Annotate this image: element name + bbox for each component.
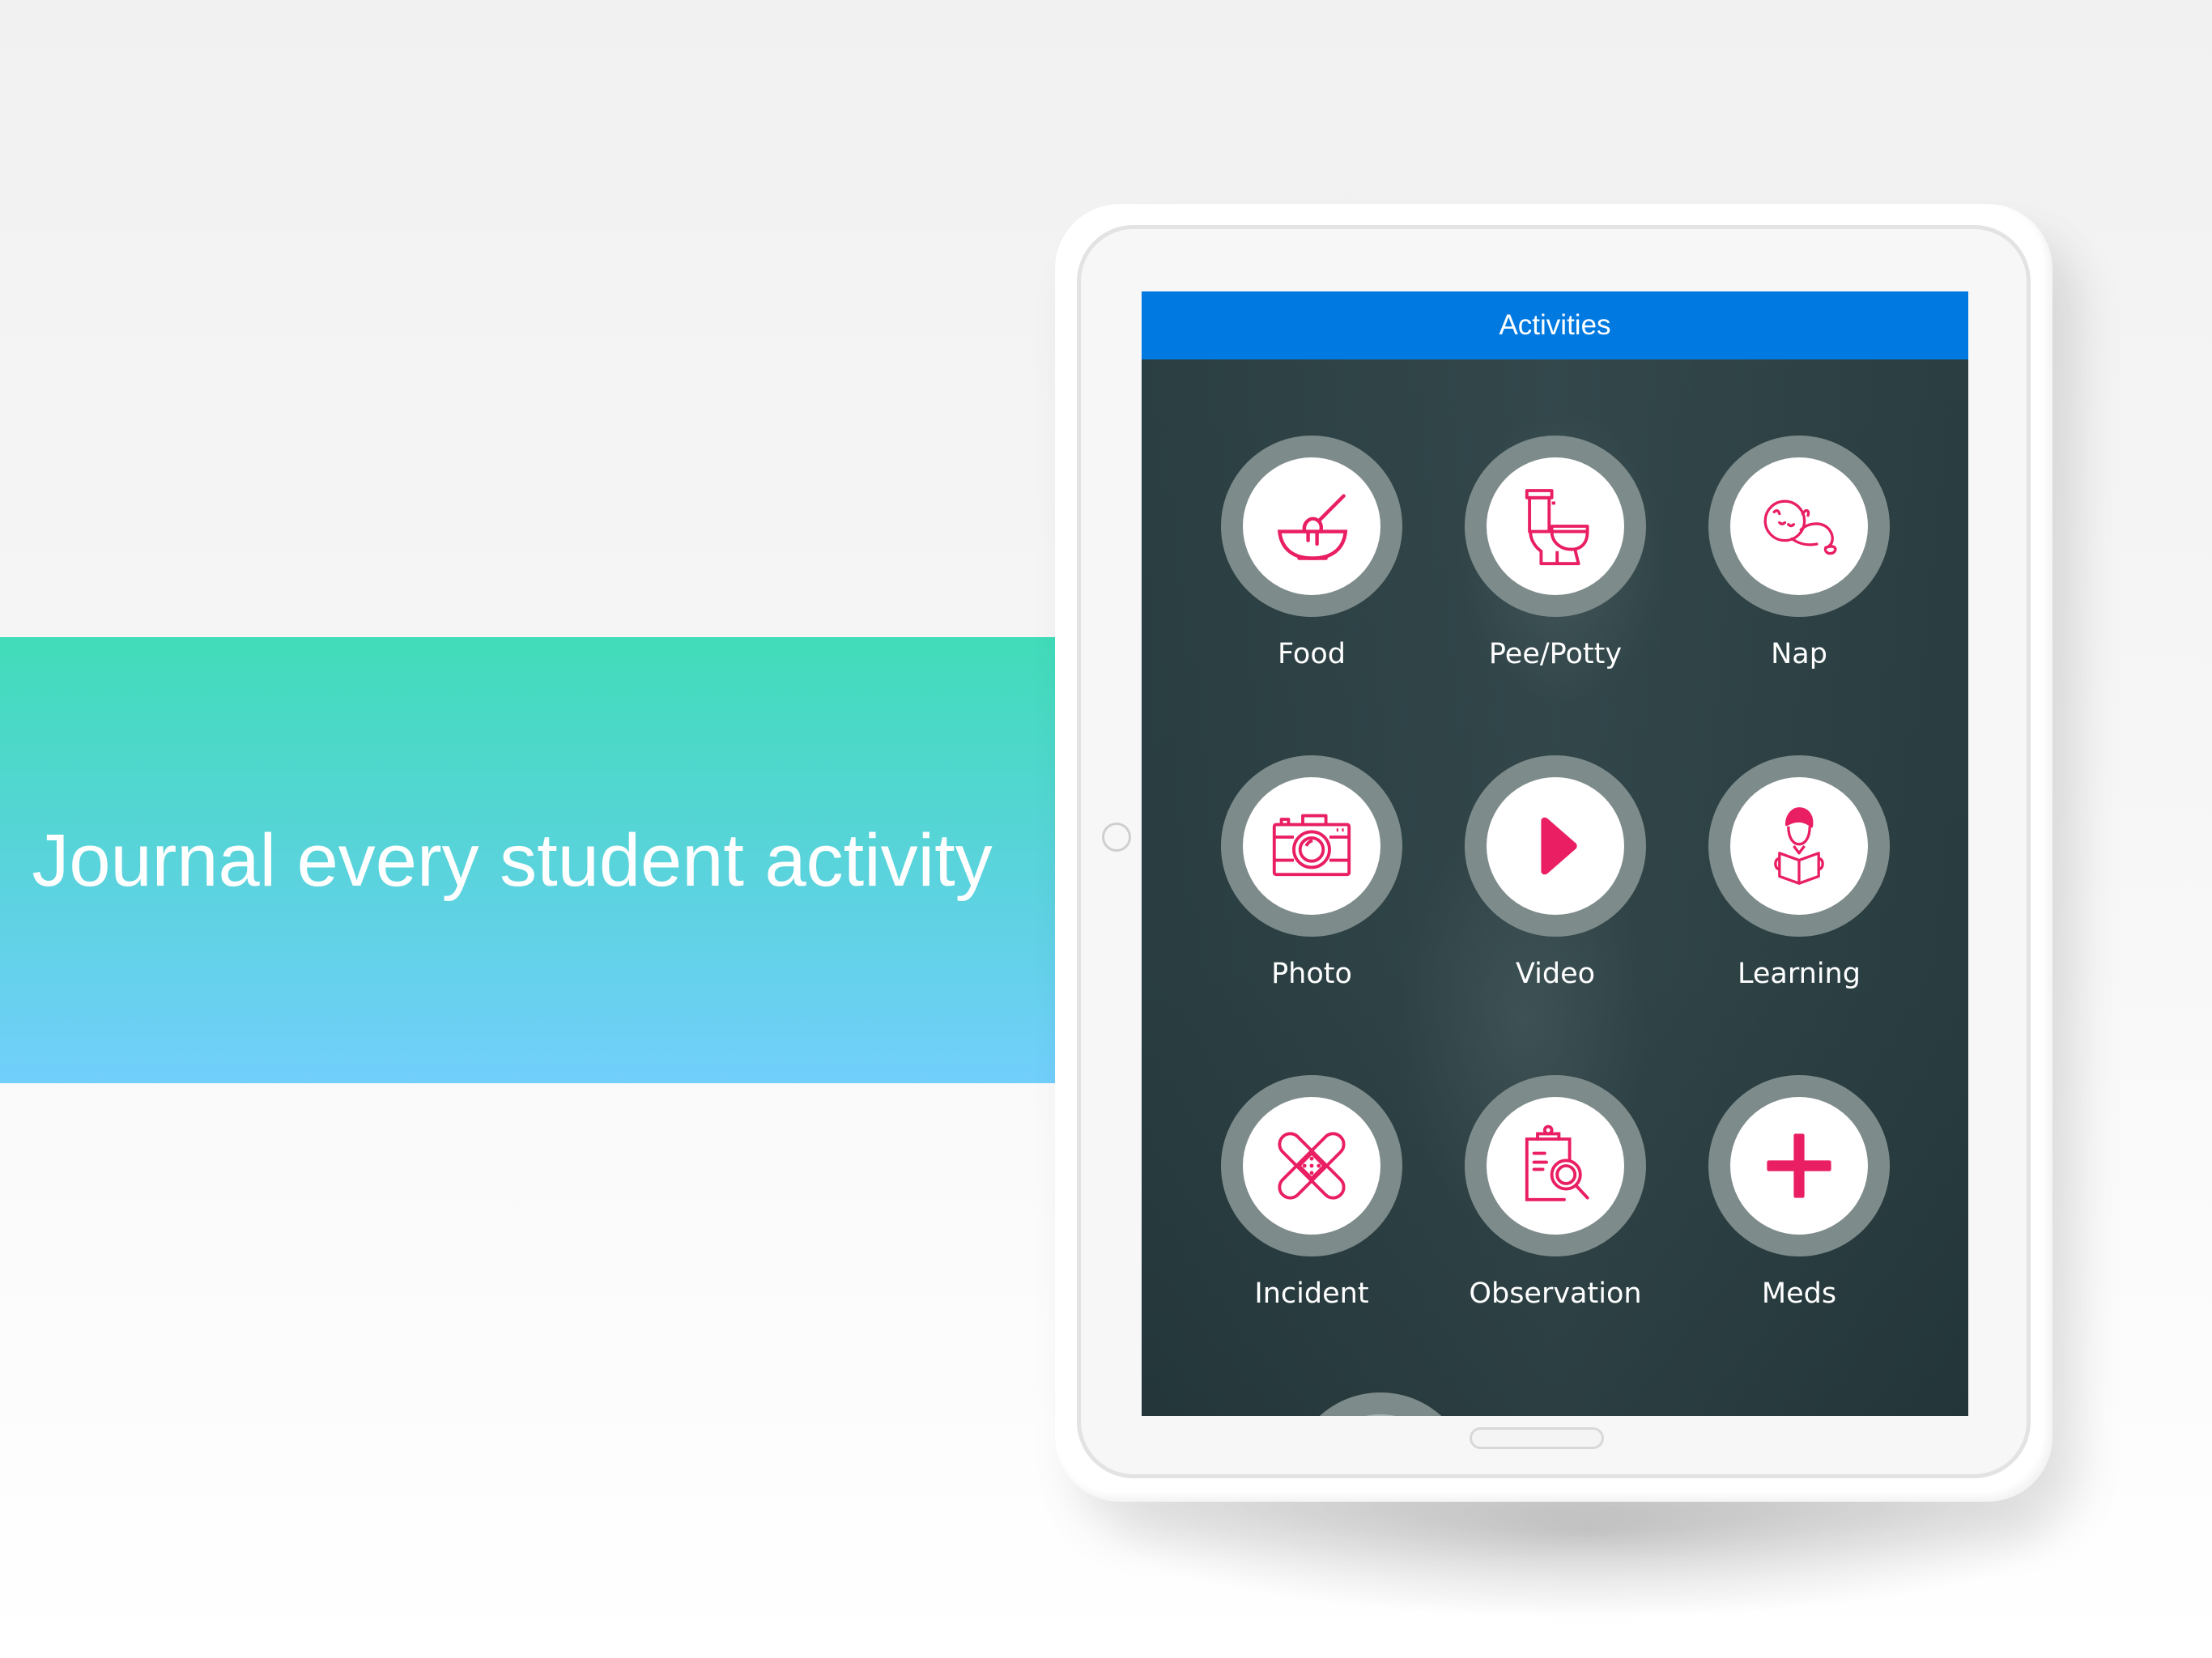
icon-disc: [1487, 457, 1624, 595]
activity-label: Food: [1278, 638, 1346, 670]
activity-food[interactable]: Food: [1190, 436, 1433, 695]
medical-plus-icon: [1767, 1133, 1831, 1198]
activity-photo[interactable]: Photo: [1190, 755, 1433, 1014]
activity-label: Observation: [1469, 1278, 1642, 1310]
play-icon: [1541, 817, 1577, 875]
camera-icon: [1102, 823, 1131, 852]
activity-incident[interactable]: Incident: [1190, 1075, 1433, 1334]
activity-label: Photo: [1271, 958, 1352, 990]
icon-disc: [1243, 777, 1380, 915]
activity-label: Video: [1515, 958, 1596, 990]
activity-meds[interactable]: Meds: [1678, 1075, 1921, 1334]
activity-pee-potty[interactable]: Pee/Potty: [1434, 436, 1677, 695]
activity-nap[interactable]: Nap: [1678, 436, 1921, 695]
activity-learning[interactable]: Learning: [1678, 755, 1921, 1014]
icon-disc: [1243, 457, 1380, 595]
icon-disc: [1730, 777, 1868, 915]
app-screen: Activities Food Pee/Potty Nap Photo Vide…: [1142, 291, 1968, 1416]
reading-child-icon: [1774, 807, 1824, 885]
bandage-icon: [1278, 1132, 1346, 1200]
activity-video[interactable]: Video: [1434, 755, 1677, 1014]
app-header: Activities: [1142, 291, 1968, 359]
camera-icon: [1272, 814, 1351, 877]
toilet-icon: [1525, 489, 1589, 566]
bowl-spoon-icon: [1277, 494, 1348, 560]
icon-disc: [1243, 1097, 1380, 1235]
icon-disc: [1487, 1097, 1624, 1235]
banner-headline: Journal every student activity: [32, 818, 993, 902]
activity-label: Pee/Potty: [1488, 638, 1623, 670]
activity-label: Incident: [1254, 1278, 1369, 1310]
home-button[interactable]: [1470, 1427, 1604, 1449]
icon-disc: [1730, 457, 1868, 595]
page-title: Activities: [1499, 309, 1611, 341]
promo-banner: Journal every student activity: [0, 637, 1057, 1083]
icon-disc: [1312, 1414, 1449, 1416]
activity-observation[interactable]: Observation: [1434, 1075, 1677, 1334]
icon-disc: [1487, 777, 1624, 915]
activity-label: Meds: [1761, 1278, 1837, 1310]
activity-label: Nap: [1771, 638, 1827, 670]
activity-label: Learning: [1738, 958, 1861, 990]
icon-disc: [1730, 1097, 1868, 1235]
sleeping-baby-icon: [1763, 500, 1837, 555]
clipboard-search-icon: [1525, 1124, 1589, 1201]
